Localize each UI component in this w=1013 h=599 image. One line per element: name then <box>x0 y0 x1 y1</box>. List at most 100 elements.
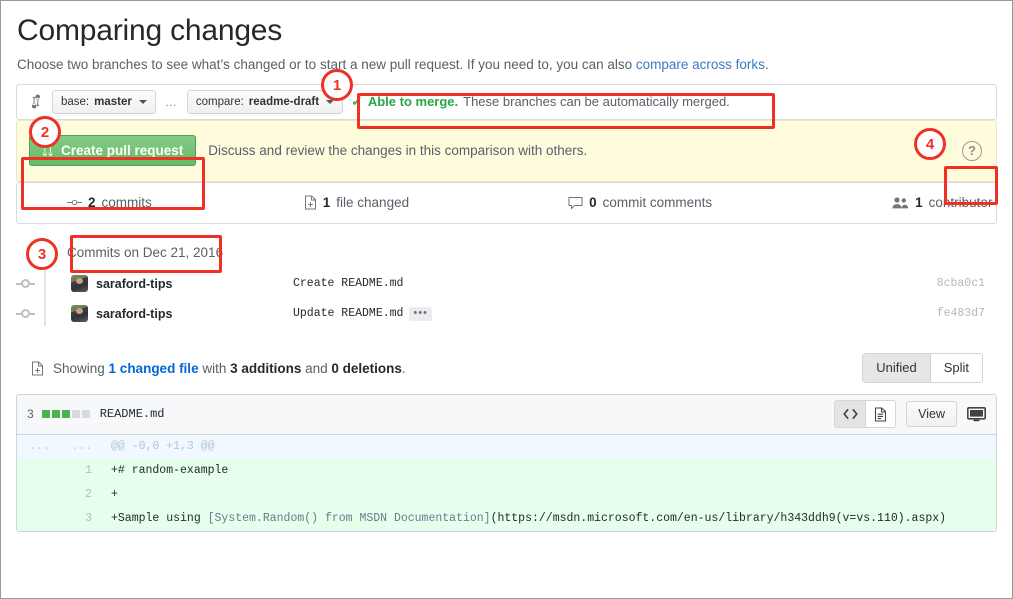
diff-line-number-old: ... <box>17 435 59 459</box>
file-diff-header: 3 README.md View <box>17 395 996 435</box>
commit-node-icon <box>21 309 30 318</box>
compare-icon <box>27 94 43 110</box>
stat-commit-comments-count: 0 <box>589 195 597 210</box>
file-diff: 3 README.md View <box>16 394 997 532</box>
pull-request-description: Discuss and review the changes in this c… <box>208 143 587 158</box>
diffstat-block <box>62 410 70 418</box>
diff-code-plain: +Sample using <box>111 512 208 525</box>
diff-line-row[interactable]: 1 +# random-example <box>17 459 996 483</box>
file-diff-actions: View <box>834 400 986 428</box>
file-diff-icon <box>304 195 317 210</box>
annotation-marker-3: 3 <box>26 238 58 270</box>
stat-commit-comments[interactable]: 0 commit comments <box>568 195 712 210</box>
commit-sha[interactable]: 8cba0c1 <box>937 277 985 290</box>
diff-summary-text: Showing 1 changed file with 3 additions … <box>53 361 406 376</box>
commit-author[interactable]: saraford-tips <box>96 307 172 321</box>
base-branch-selector[interactable]: base: master <box>52 90 156 114</box>
showing-middle: with <box>199 361 231 376</box>
diff-render-toggle-group <box>834 400 896 428</box>
stat-files-changed[interactable]: 1 file changed <box>304 195 409 210</box>
diff-summary-bar: Showing 1 changed file with 3 additions … <box>16 356 997 382</box>
diff-line-number-new: ... <box>59 435 101 459</box>
stat-commit-comments-label: commit comments <box>603 195 713 210</box>
subtitle-text-after: . <box>765 57 769 72</box>
compare-branch-name: readme-draft <box>249 96 319 108</box>
diff-line-code: +Sample using [System.Random() from MSDN… <box>101 507 946 531</box>
commit-author[interactable]: saraford-tips <box>96 277 172 291</box>
diff-line-code: +# random-example <box>101 459 228 483</box>
diff-line-number-new: 2 <box>59 483 101 507</box>
diff-line-number-old <box>17 459 59 483</box>
comment-icon <box>568 196 583 210</box>
commit-message-text: Update README.md <box>293 307 403 320</box>
stat-commits-count: 2 <box>88 195 96 210</box>
create-pull-request-bar: Create pull request Discuss and review t… <box>16 120 997 182</box>
diff-code-url: (https://msdn.microsoft.com/en-us/librar… <box>491 512 946 525</box>
diff-hunk-header-text: @@ -0,0 +1,3 @@ <box>101 435 215 459</box>
diffstat-block <box>52 410 60 418</box>
stat-commits-label: commits <box>102 195 152 210</box>
merge-status-headline: Able to merge. <box>368 94 458 109</box>
question-mark-icon[interactable]: ? <box>962 141 982 161</box>
base-branch-name: master <box>94 96 132 108</box>
stat-contributors-label: contributor <box>929 195 993 210</box>
commits-day-header: Commits on Dec 21, 2016 <box>31 240 997 266</box>
commit-row: saraford-tips Update README.md ••• fe483… <box>16 302 997 326</box>
check-icon: ✓ <box>351 93 363 110</box>
diff-line-row[interactable]: 2 + <box>17 483 996 507</box>
monitor-icon[interactable] <box>967 407 986 422</box>
merge-status-detail: These branches can be automatically merg… <box>463 94 730 109</box>
diff-line-row[interactable]: 3 +Sample using [System.Random() from MS… <box>17 507 996 531</box>
diff-line-number-new: 3 <box>59 507 101 531</box>
stat-files-changed-count: 1 <box>323 195 331 210</box>
people-icon <box>892 196 909 209</box>
showing-conjunction: and <box>301 361 331 376</box>
diff-filename[interactable]: README.md <box>100 407 165 421</box>
changed-file-link[interactable]: 1 changed file <box>109 361 199 376</box>
diffstat-blocks <box>42 410 90 418</box>
stat-commits[interactable]: 2 commits <box>67 195 152 210</box>
diff-line-code: + <box>101 483 118 507</box>
commit-node-icon <box>21 279 30 288</box>
stat-contributors[interactable]: 1 contributor <box>892 195 992 210</box>
diff-line-number-new: 1 <box>59 459 101 483</box>
annotation-marker-4: 4 <box>914 128 946 160</box>
diff-line-number-old <box>17 483 59 507</box>
diff-change-count: 3 <box>27 407 34 421</box>
commit-message[interactable]: Update README.md ••• <box>293 307 432 321</box>
merge-status: ✓ Able to merge. These branches can be a… <box>351 93 730 110</box>
diffstat-block <box>42 410 50 418</box>
compare-across-forks-link[interactable]: compare across forks <box>636 57 765 72</box>
compare-branch-prefix: compare: <box>196 96 244 108</box>
page-subtitle: Choose two branches to see what’s change… <box>17 57 997 72</box>
commit-message-text: Create README.md <box>293 277 403 290</box>
comparison-stats-bar: 2 commits 1 file changed 0 commit commen… <box>16 182 997 224</box>
avatar <box>71 275 88 292</box>
base-branch-prefix: base: <box>61 96 89 108</box>
diffstat-block <box>82 410 90 418</box>
additions-count: 3 additions <box>230 361 301 376</box>
commit-message-expand-button[interactable]: ••• <box>409 307 432 321</box>
diff-view-mode-group: Unified Split <box>862 353 983 383</box>
compare-branch-selector[interactable]: compare: readme-draft <box>187 90 343 114</box>
file-text-icon[interactable] <box>865 401 895 427</box>
commit-icon <box>67 196 82 209</box>
create-pull-request-label: Create pull request <box>61 143 183 158</box>
compare-page: Comparing changes Choose two branches to… <box>0 0 1013 532</box>
branch-separator: … <box>165 95 178 109</box>
code-icon[interactable] <box>835 401 865 427</box>
diff-line-number-old <box>17 507 59 531</box>
showing-suffix: . <box>402 361 406 376</box>
diff-hunk-row: ... ... @@ -0,0 +1,3 @@ <box>17 435 996 459</box>
branch-selection-bar: base: master … compare: readme-draft ✓ A… <box>16 84 997 120</box>
view-mode-unified[interactable]: Unified <box>863 354 929 382</box>
view-mode-split[interactable]: Split <box>930 354 982 382</box>
commit-message[interactable]: Create README.md <box>293 277 403 290</box>
avatar <box>71 305 88 322</box>
subtitle-text-before: Choose two branches to see what’s change… <box>17 57 636 72</box>
showing-prefix: Showing <box>53 361 109 376</box>
commit-sha[interactable]: fe483d7 <box>937 307 985 320</box>
diffstat-block <box>72 410 80 418</box>
annotation-marker-1: 1 <box>321 69 353 101</box>
view-file-button[interactable]: View <box>906 401 957 427</box>
